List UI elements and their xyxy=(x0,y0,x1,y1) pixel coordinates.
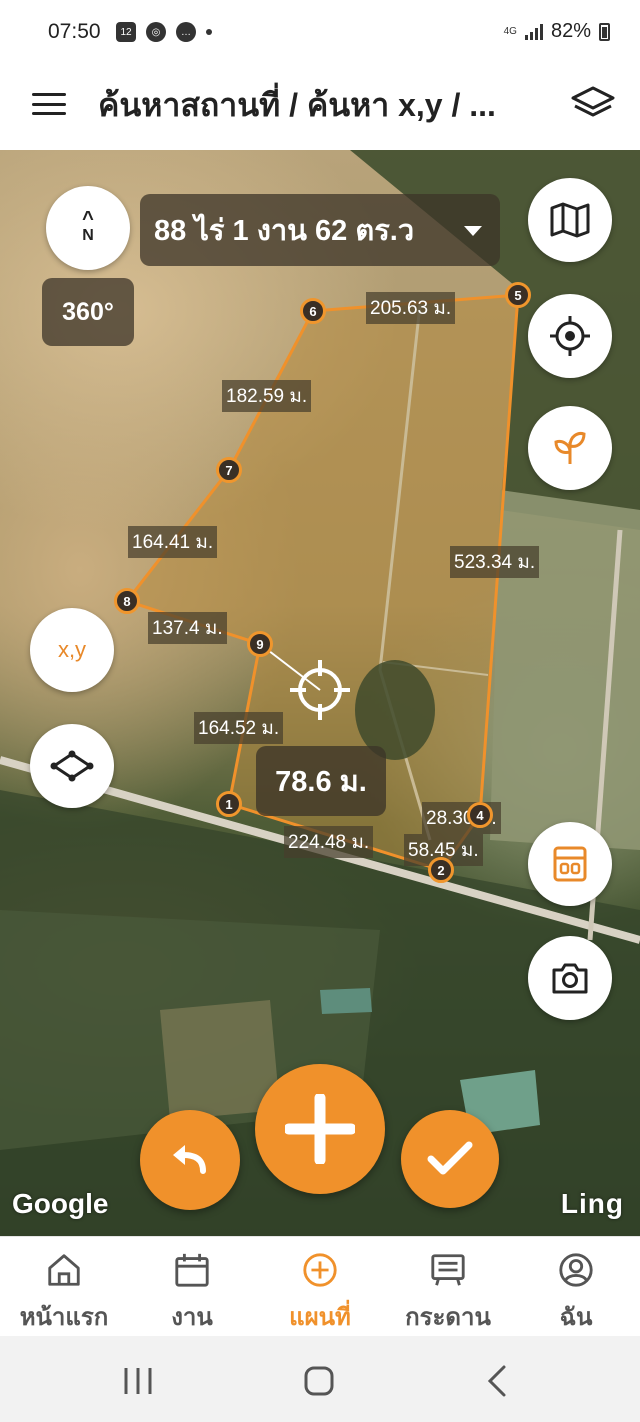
plus-icon xyxy=(285,1094,355,1164)
add-point-button[interactable] xyxy=(255,1064,385,1194)
distance-label: 164.41 ม. xyxy=(128,526,218,558)
location-target-icon xyxy=(550,316,590,356)
segment-length-readout: 78.6 ม. xyxy=(256,746,386,816)
vertex-marker[interactable]: 4 xyxy=(467,802,493,828)
vertex-marker[interactable]: 7 xyxy=(216,457,242,483)
distance-label: 205.63 ม. xyxy=(366,292,456,324)
home-icon xyxy=(48,1254,80,1286)
camera-button[interactable] xyxy=(528,936,612,1020)
caret-down-icon xyxy=(464,226,482,236)
distance-label: 523.34 ม. xyxy=(450,546,540,578)
more-notifications-dot xyxy=(206,29,212,35)
layers-icon[interactable] xyxy=(568,82,618,126)
polygon-tool-button[interactable] xyxy=(30,724,114,808)
hamburger-menu-icon[interactable] xyxy=(32,90,66,118)
vertex-marker[interactable]: 1 xyxy=(216,791,242,817)
network-type: 4G xyxy=(503,25,517,37)
bottom-navigation: หน้าแรก งาน แผนที่ กระดาน ฉัน xyxy=(0,1236,640,1336)
my-location-button[interactable] xyxy=(528,294,612,378)
map-type-button[interactable] xyxy=(528,178,612,262)
notification-icons: 12 ◎ … xyxy=(116,22,212,42)
nav-label: กระดาน xyxy=(405,1304,491,1331)
plus-circle-icon xyxy=(303,1253,337,1287)
plant-button[interactable] xyxy=(528,406,612,490)
vertex-marker[interactable]: 6 xyxy=(300,298,326,324)
undo-button[interactable] xyxy=(140,1110,240,1210)
nav-label: ฉัน xyxy=(559,1304,593,1331)
distance-label: 182.59 ม. xyxy=(222,380,312,412)
area-dropdown[interactable]: 88 ไร่ 1 งาน 62 ตร.ว xyxy=(140,194,500,266)
nav-item-tasks[interactable]: งาน xyxy=(128,1237,256,1336)
home-button-icon[interactable] xyxy=(298,1364,338,1398)
calculator-button[interactable] xyxy=(528,822,612,906)
calculator-icon xyxy=(553,846,587,882)
nav-item-map[interactable]: แผนที่ xyxy=(256,1237,384,1336)
profile-icon xyxy=(559,1253,593,1287)
compass-button[interactable]: ^ N xyxy=(46,186,130,270)
undo-icon xyxy=(173,1145,206,1174)
calendar-12-icon: 12 xyxy=(116,22,136,42)
chrome-icon: ◎ xyxy=(146,22,166,42)
vertex-marker[interactable]: 9 xyxy=(247,631,273,657)
crosshair-icon xyxy=(290,660,350,720)
back-icon[interactable] xyxy=(478,1364,518,1398)
system-navigation-bar xyxy=(0,1336,640,1422)
north-arrow-icon: ^ xyxy=(82,208,94,230)
breadcrumb-title[interactable]: ค้นหาสถานที่ / ค้นหา x,y / ... xyxy=(98,80,568,131)
battery-icon xyxy=(599,22,610,41)
polygon-icon xyxy=(50,750,94,782)
distance-label: 137.4 ม. xyxy=(148,612,227,644)
status-bar: 07:50 12 ◎ … 4G 82% xyxy=(0,0,640,66)
sprout-icon xyxy=(554,432,586,464)
nav-item-profile[interactable]: ฉัน xyxy=(512,1237,640,1336)
signal-icon xyxy=(524,23,543,40)
vertex-marker[interactable]: 5 xyxy=(505,282,531,308)
app-header: ค้นหาสถานที่ / ค้นหา x,y / ... xyxy=(0,66,640,150)
board-icon xyxy=(431,1254,465,1286)
calendar-icon xyxy=(175,1253,209,1287)
recent-apps-icon[interactable] xyxy=(118,1364,158,1398)
xy-search-button[interactable]: x,y xyxy=(30,608,114,692)
chat-icon: … xyxy=(176,22,196,42)
vertex-marker[interactable]: 2 xyxy=(428,857,454,883)
battery-percent: 82% xyxy=(550,20,591,42)
nav-item-board[interactable]: กระดาน xyxy=(384,1237,512,1336)
satellite-map[interactable]: 205.63 ม. 182.59 ม. 164.41 ม. 523.34 ม. … xyxy=(0,150,640,1236)
area-value: 88 ไร่ 1 งาน 62 ตร.ว xyxy=(154,215,415,247)
camera-icon xyxy=(552,963,588,994)
google-logo: Google xyxy=(12,1188,109,1219)
nav-item-home[interactable]: หน้าแรก xyxy=(0,1237,128,1336)
nav-label: แผนที่ xyxy=(289,1304,351,1331)
distance-label: 164.52 ม. xyxy=(194,712,284,744)
ling-logo: Ling xyxy=(560,1188,624,1219)
street-view-360-button[interactable]: 360° xyxy=(42,278,134,346)
nav-label: หน้าแรก xyxy=(19,1304,109,1331)
vertex-marker[interactable]: 8 xyxy=(114,588,140,614)
compass-letter: N xyxy=(82,227,94,244)
map-icon xyxy=(550,202,590,238)
distance-label: 224.48 ม. xyxy=(284,826,374,858)
status-time: 07:50 xyxy=(48,20,101,43)
check-icon xyxy=(427,1141,473,1175)
nav-label: งาน xyxy=(171,1304,213,1331)
confirm-button[interactable] xyxy=(401,1110,499,1208)
